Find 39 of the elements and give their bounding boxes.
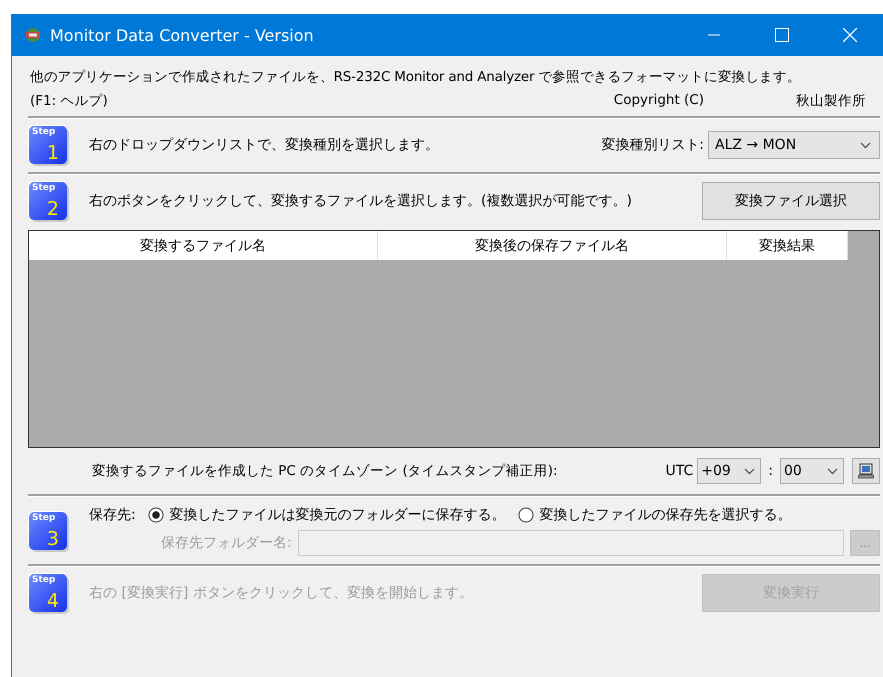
description-text: 他のアプリケーションで作成されたファイルを、RS-232C Monitor and Analyzer で参照できるフォーマットに変換します。 (30, 68, 802, 86)
window-title: Monitor Data Converter - Version (50, 26, 315, 44)
maximize-icon (775, 28, 789, 42)
select-files-button[interactable]: 変換ファイル選択 (702, 182, 880, 220)
computer-icon (858, 463, 874, 479)
help-hint: (F1: ヘルプ) (30, 92, 108, 110)
step-label: Step (32, 575, 56, 585)
minutes-dropdown[interactable]: 00 (780, 458, 844, 484)
chevron-down-icon (860, 140, 871, 150)
radio-option[interactable]: 変換したファイルの保存先を選択する。 (518, 506, 792, 524)
instruction-text: 右のドロップダウンリストで、変換種別を選択します。 (89, 136, 440, 154)
hours-dropdown[interactable]: +09 (697, 458, 762, 484)
radio-option[interactable]: 変換したファイルは変換元のフォルダーに保存する。 (148, 506, 506, 524)
chevron-down-icon (744, 466, 756, 476)
column-header[interactable]: 変換するファイル名 (29, 231, 378, 260)
step-number: 4 (46, 592, 59, 611)
separator-colon: : (768, 463, 773, 479)
instruction-text: 右の [変換実行] ボタンをクリックして、変換を開始します。 (89, 584, 474, 602)
dropdown-label: 変換種別リスト: (601, 136, 704, 154)
close-icon (843, 28, 857, 42)
timezone-label: 変換するファイルを作成した PC のタイムゾーン (タイムスタンプ補正用): (92, 462, 559, 480)
utc-label: UTC (666, 463, 694, 479)
pc-timezone-button[interactable] (852, 458, 880, 484)
step-number: 1 (46, 144, 59, 163)
step-number: 2 (46, 200, 59, 219)
column-header[interactable]: 変換結果 (727, 231, 848, 260)
step-label: Step (32, 513, 56, 523)
instruction-text: 右のボタンをクリックして、変換するファイルを選択します。(複数選択が可能です。) (89, 192, 633, 210)
copyright-text: Copyright (C) (614, 92, 704, 110)
company-name: 秋山製作所 (796, 92, 866, 110)
step-number: 3 (46, 530, 59, 549)
app-icon (24, 26, 42, 44)
step-label: Step (32, 127, 56, 137)
chevron-down-icon (827, 466, 838, 476)
conversion-type-dropdown[interactable]: ALZ → MON (708, 131, 880, 159)
destination-label: 保存先: (89, 506, 136, 524)
folder-label: 保存先フォルダー名: (161, 534, 292, 552)
step-label: Step (32, 183, 56, 193)
column-header[interactable]: 変換後の保存ファイル名 (378, 231, 727, 260)
